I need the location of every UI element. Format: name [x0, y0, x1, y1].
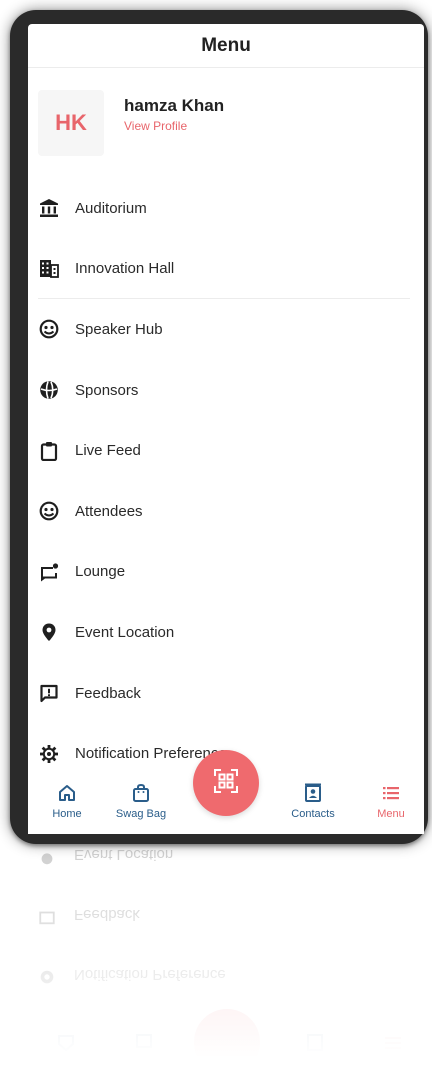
- header: Menu: [28, 24, 424, 68]
- bag-icon: [106, 782, 176, 804]
- menu-item-feedback[interactable]: Feedback: [38, 663, 410, 724]
- scan-qr-button[interactable]: [193, 750, 259, 816]
- attendee-face-icon: [38, 500, 60, 522]
- clipboard-icon: [38, 440, 60, 462]
- menu-item-label: Auditorium: [75, 199, 147, 217]
- menu-item-speaker-hub[interactable]: Speaker Hub: [38, 299, 410, 360]
- menu-item-auditorium[interactable]: Auditorium: [38, 178, 410, 239]
- reflection-fade: [10, 848, 428, 1069]
- feedback-icon: [38, 682, 60, 704]
- qr-scan-icon: [213, 768, 239, 799]
- nav-home[interactable]: Home: [32, 782, 102, 820]
- stage: Menu HK hamza Khan View Profile Auditori…: [0, 0, 432, 1069]
- menu-item-label: Sponsors: [75, 381, 139, 399]
- nav-swag-bag[interactable]: Swag Bag: [106, 782, 176, 820]
- menu-list: Auditorium Innovation Hall Speaker Hub S…: [28, 178, 424, 784]
- menu-list-icon: [356, 782, 424, 804]
- location-pin-icon: [38, 621, 60, 643]
- menu-item-sponsors[interactable]: Sponsors: [38, 360, 410, 421]
- contacts-icon: [278, 782, 348, 804]
- avatar[interactable]: HK: [38, 90, 104, 156]
- profile-text: hamza Khan View Profile: [124, 96, 224, 133]
- bottom-nav: Home Swag Bag Contacts Menu: [28, 750, 424, 834]
- page-title: Menu: [201, 34, 251, 56]
- nav-menu[interactable]: Menu: [356, 782, 424, 820]
- nav-label: Swag Bag: [115, 808, 167, 820]
- menu-item-label: Attendees: [75, 502, 143, 520]
- nav-label: Menu: [377, 808, 405, 820]
- view-profile-link[interactable]: View Profile: [124, 119, 224, 133]
- menu-item-label: Innovation Hall: [75, 259, 175, 277]
- menu-item-event-location[interactable]: Event Location: [38, 602, 410, 663]
- menu-item-live-feed[interactable]: Live Feed: [38, 420, 410, 481]
- lounge-chat-icon: [38, 561, 60, 583]
- sponsor-ball-icon: [38, 379, 60, 401]
- nav-label: Home: [52, 808, 82, 820]
- home-icon: [32, 782, 102, 804]
- menu-item-innovation-hall[interactable]: Innovation Hall: [38, 239, 410, 300]
- menu-item-lounge[interactable]: Lounge: [38, 542, 410, 603]
- menu-item-label: Event Location: [75, 623, 175, 641]
- menu-item-label: Feedback: [75, 684, 141, 702]
- menu-item-attendees[interactable]: Attendees: [38, 481, 410, 542]
- profile-section[interactable]: HK hamza Khan View Profile: [28, 68, 424, 178]
- nav-contacts[interactable]: Contacts: [278, 782, 348, 820]
- profile-name: hamza Khan: [124, 95, 225, 115]
- menu-item-label: Live Feed: [75, 442, 141, 460]
- nav-label: Contacts: [291, 808, 335, 820]
- auditorium-icon: [38, 197, 60, 219]
- gear-icon: [38, 743, 60, 765]
- avatar-initials: HK: [55, 110, 87, 135]
- building-icon: [38, 257, 60, 279]
- speaker-face-icon: [38, 318, 60, 340]
- app-screen: Menu HK hamza Khan View Profile Auditori…: [28, 24, 424, 834]
- menu-item-label: Speaker Hub: [75, 320, 163, 338]
- menu-item-label: Lounge: [75, 563, 126, 581]
